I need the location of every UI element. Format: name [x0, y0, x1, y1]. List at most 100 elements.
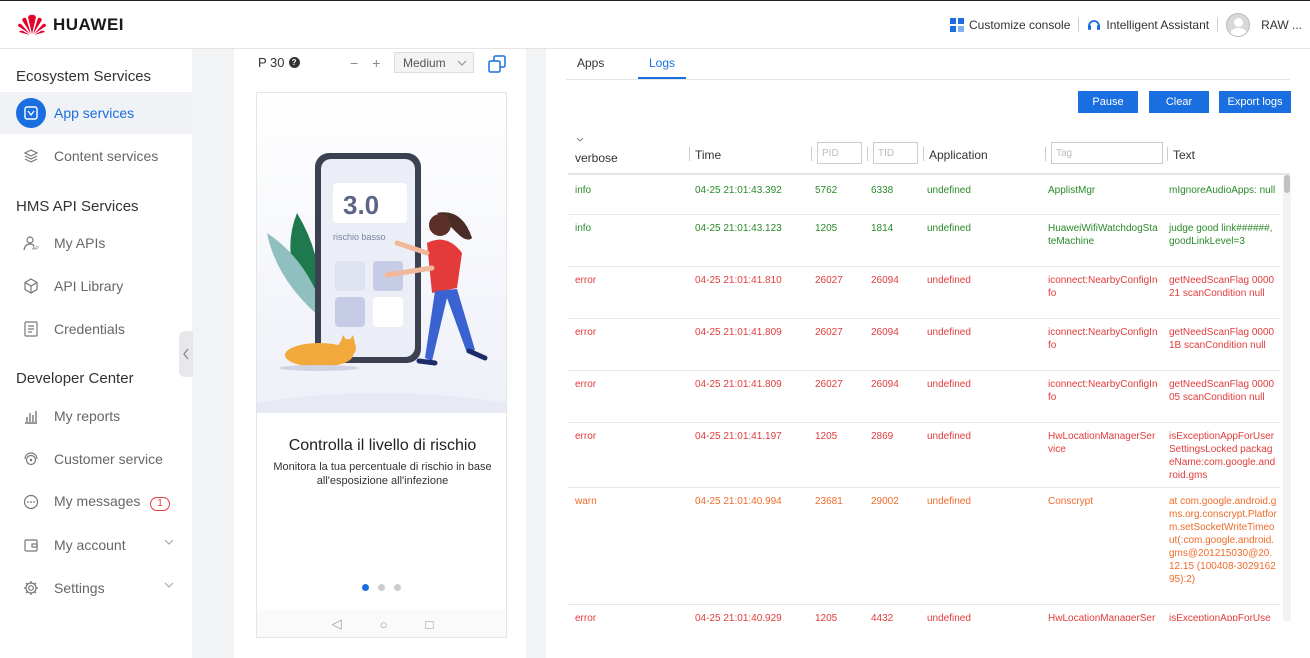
- gear-icon: [22, 579, 40, 597]
- log-row[interactable]: info 04-25 21:01:43.123 1205 1814 undefined H…: [568, 215, 1280, 267]
- log-application-cell: undefined: [927, 496, 971, 507]
- log-level-cell: error: [575, 379, 597, 390]
- log-row[interactable]: error 04-25 21:01:41.197 1205 2869 undefined…: [568, 423, 1280, 488]
- log-pid-cell: 26027: [815, 327, 843, 338]
- tid-filter-input[interactable]: TID: [873, 142, 918, 164]
- scrollbar-thumb[interactable]: [1284, 175, 1290, 193]
- column-time[interactable]: Time: [695, 135, 721, 175]
- sidebar-collapse-toggle[interactable]: [179, 331, 193, 377]
- avatar: [1226, 13, 1251, 37]
- column-application[interactable]: Application: [929, 135, 988, 175]
- pager-dot-active[interactable]: [362, 584, 369, 591]
- huawei-logo[interactable]: HUAWEI: [17, 14, 124, 36]
- log-application-cell: undefined: [927, 223, 971, 234]
- log-application-cell: undefined: [927, 613, 971, 621]
- sidebar-item-my-reports[interactable]: My reports: [0, 395, 192, 437]
- tab-apps[interactable]: Apps: [577, 56, 604, 70]
- log-scrollbar[interactable]: [1283, 175, 1291, 621]
- pager-dot[interactable]: [394, 584, 401, 591]
- log-pid-cell: 1205: [815, 613, 838, 621]
- log-time-cell: 04-25 21:01:43.123: [695, 223, 782, 234]
- sidebar-item-content-services[interactable]: Content services: [0, 135, 192, 177]
- customize-console-button[interactable]: Customize console: [942, 18, 1078, 32]
- log-tid-cell: 26094: [871, 379, 899, 390]
- log-pid-cell: 26027: [815, 379, 843, 390]
- log-level-cell: error: [575, 431, 597, 442]
- log-tag-cell: Conscrypt: [1048, 496, 1094, 507]
- log-tag-cell: iconnect:NearbyConfigInfo: [1048, 379, 1158, 403]
- sidebar-item-credentials[interactable]: Credentials: [0, 308, 192, 350]
- brand-name: HUAWEI: [53, 15, 124, 34]
- home-nav-icon[interactable]: ○: [380, 617, 388, 632]
- zoom-out-button[interactable]: −: [350, 55, 358, 71]
- document-icon: [22, 320, 40, 338]
- sidebar-item-customer-service[interactable]: Customer service: [0, 438, 192, 480]
- column-text[interactable]: Text: [1173, 135, 1195, 175]
- log-tid-cell: 26094: [871, 275, 899, 286]
- log-text-cell: getNeedScanFlag 000021 scanCondition nul…: [1169, 275, 1275, 299]
- log-tid-cell: 2869: [871, 431, 894, 442]
- android-nav-bar: ◁ ○ □: [257, 609, 506, 637]
- sidebar-item-label: Credentials: [54, 321, 125, 337]
- user-menu[interactable]: RAW ...: [1218, 13, 1310, 37]
- log-application-cell: undefined: [927, 275, 971, 286]
- log-row[interactable]: warn 04-25 21:01:40.994 23681 29002 undefine…: [568, 488, 1280, 605]
- log-row[interactable]: error 04-25 21:01:40.929 1205 4432 undefined…: [568, 605, 1280, 621]
- headset-icon: [1088, 20, 1101, 30]
- log-row[interactable]: error 04-25 21:01:41.809 26027 26094 undefin…: [568, 371, 1280, 423]
- pid-filter-input[interactable]: PID: [817, 142, 862, 164]
- log-table-header: verbose Time PID TID Application Tag Tex…: [568, 135, 1290, 175]
- sidebar-item-label: Customer service: [54, 451, 163, 467]
- sidebar-item-app-services[interactable]: App services: [0, 92, 192, 134]
- unread-badge: 1: [150, 497, 170, 511]
- log-level-select[interactable]: verbose: [572, 147, 654, 169]
- log-time-cell: 04-25 21:01:43.392: [695, 185, 782, 196]
- chat-bubble-icon: [22, 493, 40, 511]
- pager-dots: [362, 584, 401, 591]
- onboarding-illustration: 3.0 rischio basso: [257, 93, 506, 413]
- sidebar-item-my-apis[interactable]: API My APIs: [0, 222, 192, 264]
- column-divider: [1167, 147, 1168, 161]
- phone-emulator-screen[interactable]: 3.0 rischio basso Controlla il livello d…: [256, 92, 507, 638]
- export-logs-button[interactable]: Export logs: [1219, 91, 1291, 113]
- sidebar-item-my-messages[interactable]: My messages 1: [0, 481, 192, 523]
- pause-button[interactable]: Pause: [1078, 91, 1138, 113]
- log-tag-cell: HuaweiWifiWatchdogStateMachine: [1048, 223, 1158, 247]
- device-size-select[interactable]: Medium: [394, 52, 474, 73]
- chevron-down-icon[interactable]: [164, 581, 174, 589]
- cube-icon: [22, 277, 40, 295]
- sidebar-item-label: My reports: [54, 408, 121, 424]
- tab-logs[interactable]: Logs: [649, 56, 675, 70]
- column-divider: [867, 147, 868, 161]
- log-tag-cell: iconnect:NearbyConfigInfo: [1048, 327, 1158, 351]
- intelligent-assistant-button[interactable]: Intelligent Assistant: [1079, 18, 1217, 32]
- sidebar: Ecosystem Services App services Content …: [0, 49, 192, 658]
- column-divider: [1045, 147, 1046, 161]
- log-pid-cell: 26027: [815, 275, 843, 286]
- clear-button[interactable]: Clear: [1149, 91, 1209, 113]
- recent-apps-nav-icon[interactable]: □: [426, 617, 434, 632]
- sidebar-item-my-account[interactable]: My account: [0, 524, 192, 566]
- tag-filter-input[interactable]: Tag: [1051, 142, 1163, 164]
- log-row[interactable]: info 04-25 21:01:43.392 5762 6338 undefined A…: [568, 177, 1280, 215]
- log-row[interactable]: error 04-25 21:01:41.809 26027 26094 undefin…: [568, 319, 1280, 371]
- zoom-in-button[interactable]: +: [372, 55, 380, 71]
- sidebar-item-label: My messages: [54, 493, 141, 509]
- risk-score-value: 3.0: [343, 190, 379, 220]
- log-text-cell: getNeedScanFlag 00001B scanCondition nul…: [1169, 327, 1275, 351]
- pager-dot[interactable]: [378, 584, 385, 591]
- help-icon[interactable]: ?: [288, 57, 300, 68]
- chevron-down-icon[interactable]: [576, 137, 584, 143]
- chevron-down-icon: [457, 60, 467, 66]
- log-pid-cell: 1205: [815, 431, 838, 442]
- log-application-cell: undefined: [927, 327, 971, 338]
- log-application-cell: undefined: [927, 185, 971, 196]
- rotate-screen-icon[interactable]: [488, 55, 506, 73]
- chevron-down-icon[interactable]: [164, 538, 174, 546]
- sidebar-item-settings[interactable]: Settings: [0, 567, 192, 609]
- back-nav-icon[interactable]: ◁: [332, 616, 342, 632]
- log-level-cell: error: [575, 327, 597, 338]
- sidebar-item-api-library[interactable]: API Library: [0, 265, 192, 307]
- log-row[interactable]: error 04-25 21:01:41.810 26027 26094 undefin…: [568, 267, 1280, 319]
- app-services-icon: [16, 98, 46, 128]
